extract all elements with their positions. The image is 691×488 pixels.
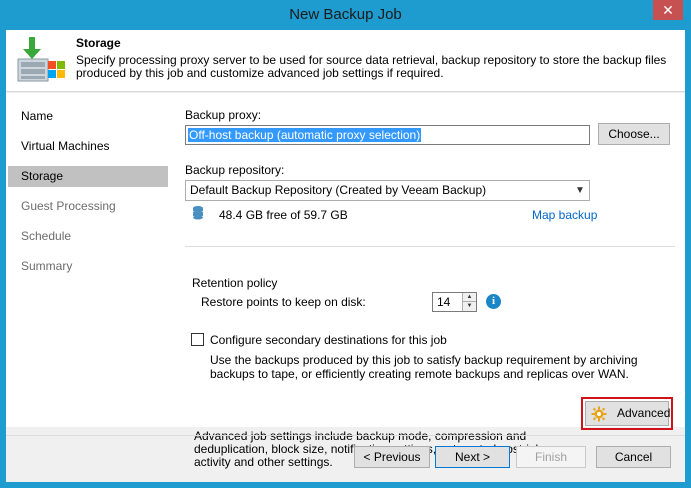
backup-repository-value: Default Backup Repository (Created by Ve… (190, 183, 487, 197)
retention-divider (185, 246, 675, 247)
header-title: Storage (76, 36, 121, 50)
previous-button[interactable]: < Previous (354, 446, 430, 468)
database-icon (193, 206, 203, 220)
secondary-destinations-checkbox[interactable] (191, 333, 204, 346)
stepper-up-button[interactable]: ▲ (463, 293, 476, 302)
map-backup-link[interactable]: Map backup (532, 208, 597, 222)
sidebar-item-schedule[interactable]: Schedule (8, 226, 168, 247)
gear-icon (591, 406, 607, 422)
storage-wizard-icon (17, 37, 65, 82)
sidebar-item-virtual-machines[interactable]: Virtual Machines (8, 136, 168, 157)
sidebar-item-guest-processing[interactable]: Guest Processing (8, 196, 168, 217)
chevron-down-icon: ▼ (575, 185, 585, 196)
stepper-down-button[interactable]: ▼ (463, 302, 476, 311)
backup-proxy-field[interactable]: Off-host backup (automatic proxy selecti… (185, 125, 590, 145)
restore-points-value: 14 (437, 295, 451, 309)
next-button[interactable]: Next > (435, 446, 510, 468)
restore-points-stepper[interactable]: 14 ▲ ▼ (432, 292, 477, 312)
secondary-destinations-description: Use the backups produced by this job to … (210, 353, 638, 381)
close-button[interactable]: ✕ (653, 0, 683, 20)
advanced-button-label: Advanced (617, 406, 671, 420)
wizard-header: Storage Specify processing proxy server … (6, 30, 685, 92)
restore-points-label: Restore points to keep on disk: (201, 295, 366, 309)
storage-settings-panel: Backup proxy: Off-host backup (automatic… (174, 93, 685, 469)
choose-proxy-button[interactable]: Choose... (598, 123, 670, 145)
footer-divider (6, 435, 685, 436)
repository-free-space: 48.4 GB free of 59.7 GB (219, 208, 348, 222)
sidebar-item-storage[interactable]: Storage (8, 166, 168, 187)
cancel-button[interactable]: Cancel (596, 446, 671, 468)
secondary-destinations-label[interactable]: Configure secondary destinations for thi… (210, 333, 447, 347)
finish-button[interactable]: Finish (516, 446, 586, 468)
title-bar: New Backup Job ✕ (0, 0, 691, 30)
retention-policy-label: Retention policy (192, 276, 278, 290)
sidebar-item-name[interactable]: Name (8, 106, 168, 127)
advanced-button[interactable]: Advanced (585, 401, 671, 426)
close-icon: ✕ (662, 2, 674, 18)
backup-proxy-label: Backup proxy: (185, 108, 262, 122)
stepper-buttons: ▲ ▼ (462, 293, 476, 311)
backup-repository-label: Backup repository: (185, 163, 285, 177)
info-icon[interactable]: i (486, 294, 501, 309)
sidebar-item-summary[interactable]: Summary (8, 256, 168, 277)
header-description: Specify processing proxy server to be us… (76, 53, 667, 80)
wizard-client-area: Storage Specify processing proxy server … (6, 30, 685, 482)
backup-proxy-value: Off-host backup (automatic proxy selecti… (188, 128, 422, 142)
backup-repository-select[interactable]: Default Backup Repository (Created by Ve… (185, 180, 590, 201)
wizard-steps-sidebar: Name Virtual Machines Storage Guest Proc… (6, 93, 174, 427)
window-title: New Backup Job (289, 6, 402, 23)
wizard-window: New Backup Job ✕ Storage Specify process… (0, 0, 691, 488)
